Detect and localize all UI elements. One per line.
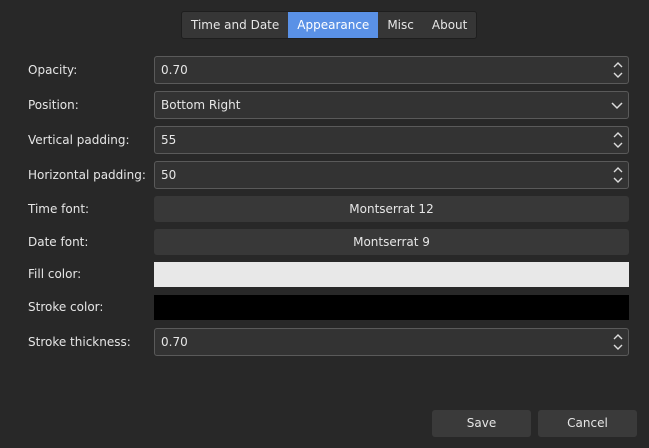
horizontal-padding-row: Horizontal padding: 50 (0, 161, 649, 189)
fill-color-label: Fill color: (28, 267, 82, 281)
position-value: Bottom Right (161, 98, 241, 112)
spin-arrows-icon[interactable] (611, 164, 625, 186)
stroke-thickness-spinbox[interactable]: 0.70 (154, 328, 629, 356)
vertical-padding-value: 55 (161, 133, 177, 147)
fill-color-row: Fill color: (0, 262, 649, 290)
horizontal-padding-value: 50 (161, 168, 177, 182)
save-button[interactable]: Save (432, 410, 531, 437)
fill-color-swatch[interactable] (154, 262, 629, 287)
stroke-thickness-row: Stroke thickness: 0.70 (0, 328, 649, 356)
opacity-spinbox[interactable]: 0.70 (154, 56, 629, 84)
stroke-color-label: Stroke color: (28, 300, 104, 314)
spin-arrows-icon[interactable] (611, 59, 625, 81)
time-font-button[interactable]: Montserrat 12 (154, 196, 629, 222)
stroke-thickness-value: 0.70 (161, 335, 188, 349)
stroke-color-swatch[interactable] (154, 295, 629, 320)
vertical-padding-label: Vertical padding: (28, 133, 130, 147)
opacity-row: Opacity: 0.70 (0, 56, 649, 84)
stroke-color-row: Stroke color: (0, 295, 649, 323)
horizontal-padding-label: Horizontal padding: (28, 168, 146, 182)
opacity-value: 0.70 (161, 63, 188, 77)
spin-arrows-icon[interactable] (611, 331, 625, 353)
stroke-thickness-label: Stroke thickness: (28, 335, 131, 349)
opacity-label: Opacity: (28, 63, 78, 77)
tab-bar: Time and Date Appearance Misc About (181, 11, 478, 39)
date-font-row: Date font: Montserrat 9 (0, 229, 649, 257)
time-font-row: Time font: Montserrat 12 (0, 196, 649, 224)
cancel-button[interactable]: Cancel (538, 410, 637, 437)
date-font-label: Date font: (28, 235, 89, 249)
date-font-button[interactable]: Montserrat 9 (154, 229, 629, 255)
tab-appearance[interactable]: Appearance (288, 12, 379, 38)
time-font-label: Time font: (28, 202, 90, 216)
spin-arrows-icon[interactable] (611, 129, 625, 151)
horizontal-padding-spinbox[interactable]: 50 (154, 161, 629, 189)
tab-time-and-date[interactable]: Time and Date (182, 12, 288, 38)
tab-misc[interactable]: Misc (378, 12, 423, 38)
position-dropdown[interactable]: Bottom Right (154, 91, 629, 119)
tab-about[interactable]: About (423, 12, 476, 38)
vertical-padding-row: Vertical padding: 55 (0, 126, 649, 154)
vertical-padding-spinbox[interactable]: 55 (154, 126, 629, 154)
position-label: Position: (28, 98, 79, 112)
chevron-down-icon (611, 102, 623, 110)
position-row: Position: Bottom Right (0, 91, 649, 119)
